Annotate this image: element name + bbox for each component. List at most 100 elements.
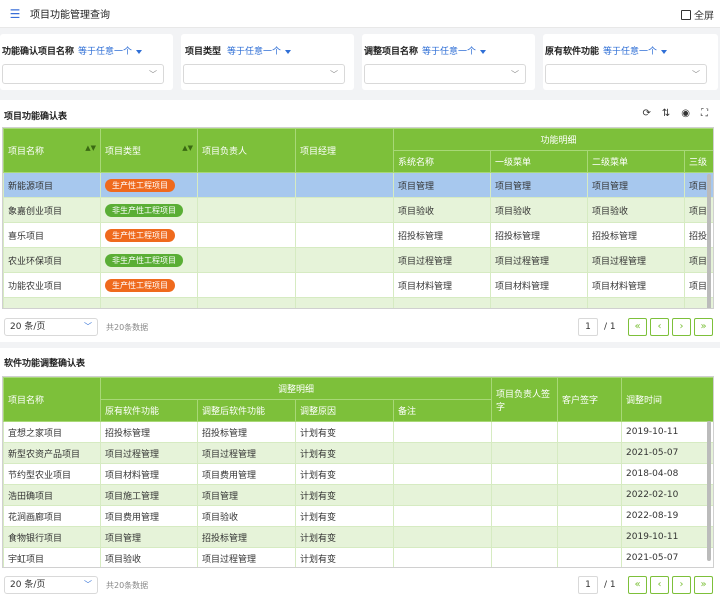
filter-select[interactable]: ﹀ xyxy=(545,64,707,84)
col-menu-3[interactable]: 三级 xyxy=(683,150,713,173)
col-menu-2[interactable]: 二级菜单 xyxy=(587,150,685,173)
cell-system: 项目管理 xyxy=(393,172,491,198)
next-page-button[interactable]: › xyxy=(672,576,691,594)
caret-down-icon xyxy=(285,49,292,54)
cell-owner xyxy=(197,272,296,298)
cell-name: 象嘉创业项目 xyxy=(3,197,101,223)
table-row[interactable]: 新型农资产品项目 项目过程管理 项目过程管理 计划有变 2021-05-07 xyxy=(3,442,713,464)
first-page-button[interactable]: « xyxy=(628,318,647,336)
col-project-name[interactable]: 项目名称 ▲▼ xyxy=(3,128,101,173)
cell-time: 2019-10-11 xyxy=(621,421,713,443)
filter-operator[interactable]: 等于任意一个 xyxy=(227,44,292,57)
eye-icon[interactable]: ◉ xyxy=(681,108,690,119)
filter-select[interactable]: ﹀ xyxy=(364,64,526,84)
cell-note xyxy=(392,547,493,567)
cell-name: 喜乐项目 xyxy=(3,222,101,248)
table-row[interactable]: 农业环保项目 非生产性工程项目 项目过程管理 项目过程管理 项目过程管理 项目 xyxy=(3,247,713,273)
chevron-down-icon: ﹀ xyxy=(84,322,92,331)
last-page-button[interactable]: » xyxy=(694,318,713,336)
refresh-icon[interactable]: ⟳ xyxy=(642,108,650,119)
col-adjust-time[interactable]: 调整时间 xyxy=(621,377,713,422)
col-project-type[interactable]: 项目类型 ▲▼ xyxy=(100,128,198,173)
cell-owner xyxy=(197,197,296,223)
cell-original: 项目管理 xyxy=(100,526,198,548)
cell-name: 新型农资产品项目 xyxy=(3,442,101,464)
cell-adjusted: 招投标管理 xyxy=(197,421,296,443)
filter-operator[interactable]: 等于任意一个 xyxy=(78,44,143,57)
col-customer-sign[interactable]: 客户签字 xyxy=(557,377,623,422)
next-page-button[interactable]: › xyxy=(672,318,691,336)
filter-select[interactable]: ﹀ xyxy=(183,64,345,84)
table-row[interactable]: 食物银行项目 项目管理 招投标管理 计划有变 2019-10-11 xyxy=(3,526,713,548)
col-original-function[interactable]: 原有软件功能 xyxy=(100,399,198,422)
col-adjusted-function[interactable]: 调整后软件功能 xyxy=(197,399,296,422)
cell-system: 项目过程管理 xyxy=(393,247,491,273)
filter-operator[interactable]: 等于任意一个 xyxy=(603,44,668,57)
first-page-button[interactable]: « xyxy=(628,576,647,594)
type-badge: 非生产性工程项目 xyxy=(105,253,183,267)
caret-down-icon xyxy=(480,49,487,54)
cell-owner-sign xyxy=(491,484,559,506)
cell-name: 新能源项目 xyxy=(3,172,101,198)
prev-page-button[interactable]: ‹ xyxy=(650,576,669,594)
vertical-scrollbar[interactable] xyxy=(707,174,711,308)
cell-menu-2: 项目材料管理 xyxy=(587,272,685,298)
function-confirm-panel: 项目功能确认表 ⟳ ⇅ ◉ ⛶ 项目名称 ▲▼ 项目类型 ▲▼ 项目负责人 项目经理… xyxy=(0,100,720,342)
table-row[interactable]: 花涧画廊项目 项目费用管理 项目验收 计划有变 2022-08-19 xyxy=(3,505,713,527)
page-size-select[interactable]: 20 条/页 ﹀ xyxy=(4,576,98,594)
vertical-scrollbar[interactable] xyxy=(707,421,711,561)
cell-system: 项目验收 xyxy=(393,197,491,223)
cell-owner-sign xyxy=(491,463,559,485)
cell-type: 非生产性工程项目 xyxy=(100,197,198,223)
table-row[interactable]: 新能源项目 生产性工程项目 项目管理 项目管理 项目管理 项目 xyxy=(3,172,713,198)
col-owner[interactable]: 项目负责人 xyxy=(197,128,296,173)
cell-time: 2021-05-07 xyxy=(621,547,713,567)
page-size-select[interactable]: 20 条/页 ﹀ xyxy=(4,318,98,336)
fullscreen-icon[interactable]: ⛶ xyxy=(701,108,708,119)
cell-name: 花涧画廊项目 xyxy=(3,505,101,527)
col-manager[interactable]: 项目经理 xyxy=(295,128,394,173)
table-row[interactable]: 宇虹项目 项目验收 项目过程管理 计划有变 2021-05-07 xyxy=(3,547,713,567)
page-input[interactable]: 1 xyxy=(578,318,598,336)
sort-icon[interactable]: ⇅ xyxy=(662,108,670,119)
page-total: / 1 xyxy=(604,580,616,590)
table-row[interactable] xyxy=(3,297,713,308)
cell-system: 项目材料管理 xyxy=(393,272,491,298)
cell-note xyxy=(392,505,493,527)
filter-select[interactable]: ﹀ xyxy=(2,64,164,84)
page-title: 项目功能管理查询 xyxy=(30,10,110,21)
table-row[interactable]: 浩田确项目 项目施工管理 项目管理 计划有变 2022-02-10 xyxy=(3,484,713,506)
chevron-down-icon: ﹀ xyxy=(692,70,700,79)
table-row[interactable]: 宜想之家项目 招投标管理 招投标管理 计划有变 2019-10-11 xyxy=(3,421,713,443)
filter-original-function: 原有软件功能 等于任意一个 ﹀ xyxy=(543,34,718,90)
col-reason[interactable]: 调整原因 xyxy=(295,399,394,422)
sort-icon: ▲▼ xyxy=(85,144,96,152)
col-group-adjust: 调整明细 xyxy=(99,377,493,400)
col-system[interactable]: 系统名称 xyxy=(393,150,491,173)
menu-icon[interactable]: ☰ xyxy=(8,7,22,21)
filter-operator[interactable]: 等于任意一个 xyxy=(422,44,487,57)
table-row[interactable]: 象嘉创业项目 非生产性工程项目 项目验收 项目验收 项目验收 项目 xyxy=(3,197,713,223)
cell-type: 生产性工程项目 xyxy=(100,272,198,298)
col-owner-sign[interactable]: 项目负责人签字 xyxy=(491,377,559,422)
col-menu-1[interactable]: 一级菜单 xyxy=(490,150,588,173)
cell-note xyxy=(392,421,493,443)
last-page-button[interactable]: » xyxy=(694,576,713,594)
cell-adjusted: 项目验收 xyxy=(197,505,296,527)
table-toolbar: ⟳ ⇅ ◉ ⛶ xyxy=(642,108,708,119)
cell-menu-2: 项目过程管理 xyxy=(587,247,685,273)
filter-project-name: 功能确认项目名称 等于任意一个 ﹀ xyxy=(0,34,173,90)
cell-name: 浩田确项目 xyxy=(3,484,101,506)
table-row[interactable]: 功能农业项目 生产性工程项目 项目材料管理 项目材料管理 项目材料管理 项目 xyxy=(3,272,713,298)
prev-page-button[interactable]: ‹ xyxy=(650,318,669,336)
col-note[interactable]: 备注 xyxy=(392,399,493,422)
type-badge: 非生产性工程项目 xyxy=(105,203,183,217)
fullscreen-button[interactable]: 全屏 xyxy=(681,7,714,22)
cell-name: 功能农业项目 xyxy=(3,272,101,298)
cell-name: 农业环保项目 xyxy=(3,247,101,273)
col-project-name[interactable]: 项目名称 xyxy=(3,377,101,422)
table-row[interactable]: 喜乐项目 生产性工程项目 招投标管理 招投标管理 招投标管理 招投 xyxy=(3,222,713,248)
page-input[interactable]: 1 xyxy=(578,576,598,594)
table-row[interactable]: 节约型农业项目 项目材料管理 项目费用管理 计划有变 2018-04-08 xyxy=(3,463,713,485)
cell-menu-1: 项目材料管理 xyxy=(490,272,588,298)
